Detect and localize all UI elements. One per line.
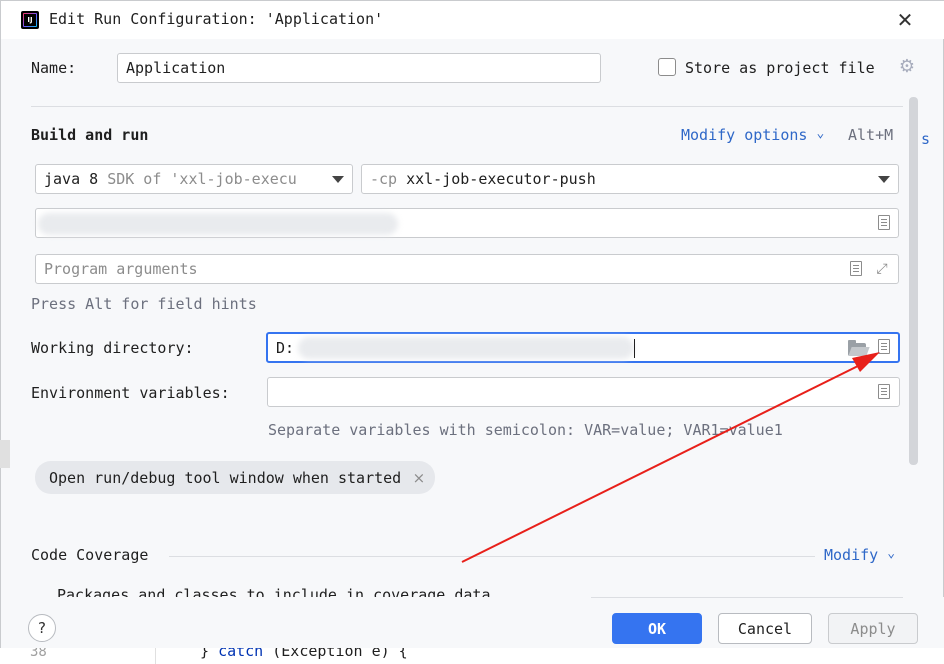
document-icon[interactable] (878, 339, 890, 354)
gear-icon[interactable]: ⚙ (897, 57, 917, 77)
background-editor-strip (0, 440, 10, 468)
header-separator (31, 106, 903, 107)
sdk-dropdown-icon (332, 176, 344, 183)
cancel-button[interactable]: Cancel (718, 613, 812, 644)
footer-separator (591, 597, 903, 598)
modify-options-link[interactable]: Modify options ⌄ (681, 126, 824, 144)
classpath-value: xxl-job-executor-push (406, 170, 596, 188)
document-icon[interactable] (878, 215, 890, 230)
redacted-working-directory (298, 337, 634, 359)
build-and-run-title: Build and run (31, 126, 149, 144)
code-coverage-modify-label: Modify (824, 546, 879, 564)
store-as-project-file-label: Store as project file (685, 59, 875, 77)
document-icon[interactable] (878, 384, 890, 399)
environment-variables-hint: Separate variables with semicolon: VAR=v… (268, 421, 783, 439)
code-coverage-separator (169, 556, 815, 557)
open-tool-window-chip-label: Open run/debug tool window when started (49, 468, 402, 487)
environment-variables-input[interactable] (267, 377, 900, 407)
sdk-main: java 8 (44, 170, 99, 188)
code-coverage-title: Code Coverage (31, 546, 149, 564)
chevron-down-icon: ⌄ (816, 126, 825, 141)
main-class-input[interactable] (35, 208, 899, 238)
intellij-app-icon (21, 11, 39, 29)
classpath-prefix: -cp (370, 170, 398, 188)
background-gutter (155, 648, 156, 664)
apply-button[interactable]: Apply (828, 613, 918, 644)
background-code-line: } catch (Exception e) { (200, 648, 408, 660)
name-input-value: Application (126, 59, 226, 77)
name-label: Name: (31, 59, 77, 77)
code-coverage-modify-link[interactable]: Modify ⌄ (824, 546, 895, 564)
name-input[interactable]: Application (117, 53, 601, 83)
close-icon[interactable]: ✕ (891, 7, 919, 33)
modify-options-shortcut: Alt+M (848, 126, 894, 144)
background-line-number: 38 (30, 648, 47, 660)
field-hints-text: Press Alt for field hints (31, 295, 257, 313)
redacted-main-class (38, 213, 398, 235)
run-configuration-dialog: Edit Run Configuration: 'Application' ✕ … (0, 0, 944, 664)
program-arguments-placeholder: Program arguments (44, 260, 198, 278)
modify-options-label: Modify options (681, 126, 808, 144)
sdk-secondary: SDK of 'xxl-job-execu (107, 170, 297, 188)
store-as-project-file-checkbox[interactable] (658, 58, 676, 76)
working-directory-label: Working directory: (31, 339, 194, 357)
ok-button[interactable]: OK (612, 613, 702, 644)
background-code-brace: } (200, 648, 210, 660)
classpath-dropdown-icon (878, 176, 890, 183)
sdk-combo[interactable]: java 8 SDK of 'xxl-job-execu (35, 164, 353, 194)
classpath-combo[interactable]: -cp xxl-job-executor-push (361, 164, 899, 194)
program-arguments-input[interactable]: Program arguments ⤢ (35, 254, 899, 284)
working-directory-input[interactable]: D: (266, 332, 900, 363)
background-editor: 38 } catch (Exception e) { (0, 648, 944, 664)
title-bar: Edit Run Configuration: 'Application' ✕ (1, 1, 944, 39)
working-directory-value: D: (276, 338, 295, 357)
text-cursor (634, 339, 635, 358)
open-tool-window-chip[interactable]: Open run/debug tool window when started … (35, 461, 436, 494)
chevron-down-icon: ⌄ (887, 546, 896, 561)
folder-icon[interactable] (848, 340, 866, 356)
environment-variables-label: Environment variables: (31, 384, 230, 402)
document-icon[interactable] (850, 261, 862, 276)
scrollbar-thumb[interactable] (909, 97, 918, 465)
help-button[interactable]: ? (28, 614, 56, 642)
background-code-keyword: catch (218, 648, 264, 660)
expand-icon[interactable]: ⤢ (874, 261, 890, 277)
dialog-title: Edit Run Configuration: 'Application' (49, 10, 384, 28)
remove-chip-icon[interactable]: × (413, 469, 426, 487)
background-editor-text: s (921, 130, 931, 148)
background-code-rest: (Exception e) { (272, 648, 408, 660)
